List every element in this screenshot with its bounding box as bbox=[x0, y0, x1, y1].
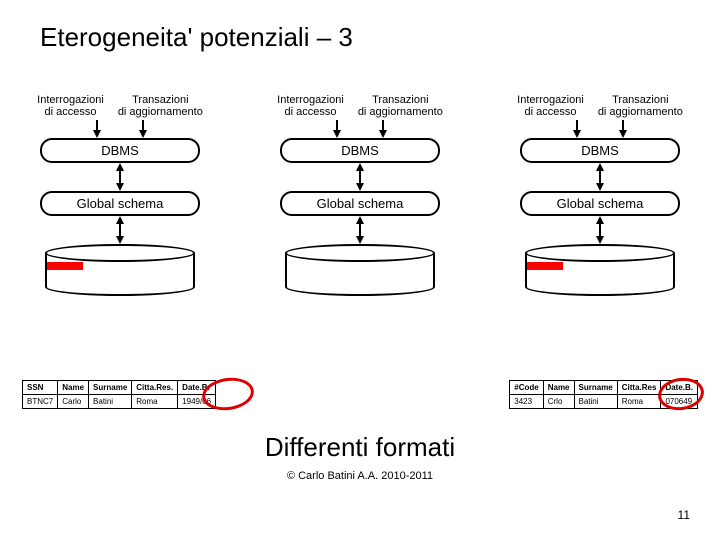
table-row: BTNC7 Carlo Batini Roma 1949/06 bbox=[23, 395, 216, 409]
page-number: 11 bbox=[678, 508, 690, 522]
double-arrow-icon bbox=[355, 216, 365, 244]
input-headers: Interrogazionidi accesso Transazionidi a… bbox=[517, 94, 683, 118]
query-l1: Interrogazioni bbox=[37, 94, 104, 106]
double-arrow-icon bbox=[115, 216, 125, 244]
columns-row: Interrogazionidi accesso Transazionidi a… bbox=[0, 94, 720, 296]
input-headers: Interrogazionidi accesso Transazionidi a… bbox=[37, 94, 203, 118]
dbms-box: DBMS bbox=[280, 138, 440, 163]
schema-box: Global schema bbox=[520, 191, 680, 216]
copyright: © Carlo Batini A.A. 2010-2011 bbox=[0, 470, 720, 482]
database-cylinder-icon bbox=[45, 244, 195, 296]
schema-box: Global schema bbox=[40, 191, 200, 216]
trans-l2: di aggiornamento bbox=[118, 106, 203, 118]
query-l2: di accesso bbox=[44, 106, 96, 118]
down-arrows bbox=[92, 120, 148, 138]
column-2: Interrogazionidi accesso Transazionidi a… bbox=[250, 94, 470, 296]
caption: Differenti formati bbox=[0, 432, 720, 463]
double-arrow-icon bbox=[595, 216, 605, 244]
table-header: #Code Name Surname Citta.Res Date.B. bbox=[510, 381, 698, 395]
column-3: Interrogazionidi accesso Transazionidi a… bbox=[490, 94, 710, 296]
double-arrow-icon bbox=[355, 163, 365, 191]
down-arrows bbox=[572, 120, 628, 138]
input-headers: Interrogazionidi accesso Transazionidi a… bbox=[277, 94, 443, 118]
table-right: #Code Name Surname Citta.Res Date.B. 342… bbox=[509, 380, 698, 409]
down-arrows bbox=[332, 120, 388, 138]
column-1: Interrogazionidi accesso Transazionidi a… bbox=[10, 94, 230, 296]
tables-row: SSN Name Surname Citta.Res. Date.B. BTNC… bbox=[0, 380, 720, 409]
dbms-box: DBMS bbox=[40, 138, 200, 163]
schema-box: Global schema bbox=[280, 191, 440, 216]
table-row: 3423 Crlo Batini Roma 070649 bbox=[510, 395, 698, 409]
slide-title: Eterogeneita' potenziali – 3 bbox=[40, 22, 353, 53]
table-header: SSN Name Surname Citta.Res. Date.B. bbox=[23, 381, 216, 395]
double-arrow-icon bbox=[595, 163, 605, 191]
database-cylinder-icon bbox=[285, 244, 435, 296]
trans-l1: Transazioni bbox=[132, 94, 188, 106]
table-left: SSN Name Surname Citta.Res. Date.B. BTNC… bbox=[22, 380, 216, 409]
double-arrow-icon bbox=[115, 163, 125, 191]
database-cylinder-icon bbox=[525, 244, 675, 296]
dbms-box: DBMS bbox=[520, 138, 680, 163]
